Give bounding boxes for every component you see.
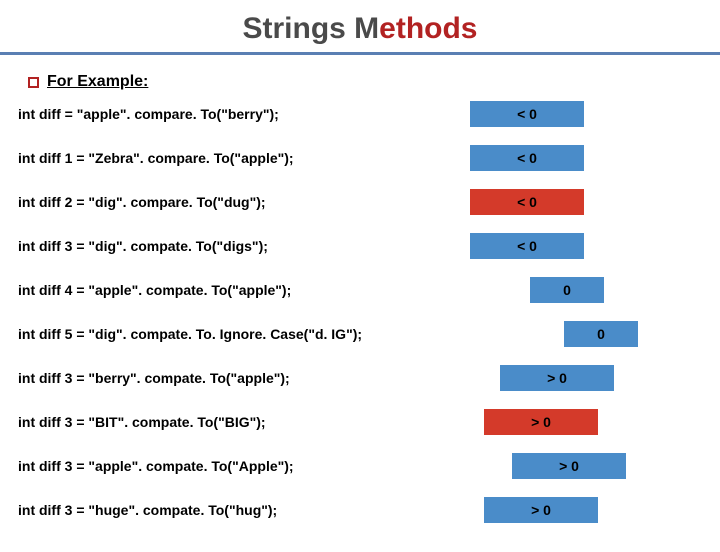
result-tag: > 0 [512,453,626,479]
code-rows: int diff = "apple". compare. To("berry")… [0,97,720,539]
result-tag: < 0 [470,233,584,259]
page-title: Strings Methods [0,12,720,46]
code-text: int diff 3 = "BIT". compate. To("BIG"); [18,414,266,430]
code-row: int diff 3 = "dig". compate. To("digs");… [0,231,720,261]
code-row: int diff 5 = "dig". compate. To. Ignore.… [0,319,720,349]
result-tag: < 0 [470,189,584,215]
result-tag: > 0 [484,409,598,435]
code-row: int diff 3 = "huge". compate. To("hug");… [0,495,720,525]
example-heading: For Example: [0,73,720,97]
code-text: int diff 3 = "huge". compate. To("hug"); [18,502,277,518]
code-text: int diff 4 = "apple". compate. To("apple… [18,282,291,298]
code-row: int diff 3 = "BIT". compate. To("BIG"); >… [0,407,720,437]
result-tag: 0 [564,321,638,347]
code-row: int diff 1 = "Zebra". compare. To("apple… [0,143,720,173]
code-row: int diff 2 = "dig". compare. To("dug"); <… [0,187,720,217]
code-text: int diff 1 = "Zebra". compare. To("apple… [18,150,294,166]
code-row: int diff 3 = "apple". compate. To("Apple… [0,451,720,481]
result-tag: < 0 [470,101,584,127]
code-text: int diff 5 = "dig". compate. To. Ignore.… [18,326,362,342]
example-label: For Example: [47,73,148,91]
code-row: int diff 4 = "apple". compate. To("apple… [0,275,720,305]
result-tag: 0 [530,277,604,303]
code-text: int diff = "apple". compare. To("berry")… [18,106,279,122]
code-text: int diff 3 = "apple". compate. To("Apple… [18,458,294,474]
result-tag: < 0 [470,145,584,171]
code-text: int diff 3 = "dig". compate. To("digs"); [18,238,268,254]
square-bullet-icon [28,77,39,88]
title-part-b: ethods [379,12,477,45]
title-part-a: Strings M [242,12,379,45]
code-row: int diff = "apple". compare. To("berry")… [0,99,720,129]
code-text: int diff 2 = "dig". compare. To("dug"); [18,194,266,210]
code-text: int diff 3 = "berry". compate. To("apple… [18,370,290,386]
code-row: int diff 3 = "berry". compate. To("apple… [0,363,720,393]
title-underline [0,52,720,55]
result-tag: > 0 [484,497,598,523]
result-tag: > 0 [500,365,614,391]
